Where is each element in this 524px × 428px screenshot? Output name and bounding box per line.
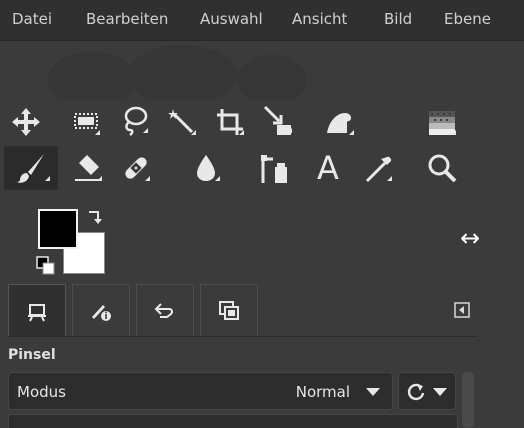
mode-dropdown[interactable]: Modus Normal <box>8 372 393 410</box>
smudge-tool[interactable] <box>184 146 228 190</box>
text-tool[interactable]: A <box>306 146 350 190</box>
undo-history-icon <box>154 302 174 318</box>
text-icon: A <box>317 149 339 187</box>
panel-menu-icon[interactable] <box>454 302 470 318</box>
paths-icon <box>261 155 287 183</box>
tool-group-indicator <box>215 176 220 181</box>
gradient-tool[interactable] <box>420 100 464 144</box>
tool-options-icon <box>28 303 46 321</box>
tool-group-indicator <box>239 130 244 135</box>
next-option-row[interactable] <box>8 414 458 428</box>
wilber-watermark-icon <box>47 45 307 100</box>
dock-tab-bar <box>8 284 478 337</box>
scale-tool[interactable] <box>256 98 300 142</box>
reset-mode-button[interactable] <box>398 372 456 410</box>
menubar: Datei Bearbeiten Auswahl Ansicht Bild Eb… <box>0 0 524 41</box>
tool-group-indicator <box>145 176 150 181</box>
heal-tool[interactable] <box>114 146 158 190</box>
menu-bild[interactable]: Bild <box>384 10 412 28</box>
tool-group-indicator <box>191 130 196 135</box>
tool-group-indicator <box>287 128 292 133</box>
chevron-down-icon <box>366 388 380 396</box>
fuzzy-select-tool[interactable] <box>160 100 204 144</box>
device-status-icon <box>92 304 111 321</box>
menu-auswahl[interactable]: Auswahl <box>200 10 263 28</box>
move-icon <box>12 108 40 136</box>
zoom-tool[interactable] <box>420 146 464 190</box>
menu-bearbeiten[interactable]: Bearbeiten <box>86 10 168 28</box>
paths-tool[interactable] <box>252 146 296 190</box>
lasso-tool[interactable] <box>112 98 156 142</box>
tool-group-indicator <box>451 130 456 135</box>
tool-group-indicator <box>97 176 102 181</box>
menu-datei[interactable]: Datei <box>12 10 52 28</box>
color-picker-tool[interactable] <box>356 146 400 190</box>
tool-group-indicator <box>143 128 148 133</box>
tab-images[interactable] <box>200 284 258 336</box>
crop-tool[interactable] <box>208 100 252 144</box>
swap-colors-icon[interactable] <box>86 208 104 226</box>
menu-ansicht[interactable]: Ansicht <box>292 10 347 28</box>
paintbrush-tool[interactable] <box>4 146 58 190</box>
mode-label: Modus <box>17 383 66 401</box>
reset-icon <box>407 383 425 401</box>
tool-options-title: Pinsel <box>8 347 56 363</box>
tool-group-indicator <box>349 130 354 135</box>
tool-group-indicator <box>95 130 100 135</box>
eraser-tool[interactable] <box>66 146 110 190</box>
tab-tool-options[interactable] <box>8 284 66 336</box>
tab-device-status[interactable] <box>72 284 130 336</box>
resize-cursor-icon: ↔ <box>460 224 481 252</box>
mode-value: Normal <box>295 383 350 401</box>
menu-ebene[interactable]: Ebene <box>444 10 491 28</box>
warp-tool[interactable] <box>318 100 362 144</box>
tool-group-indicator <box>387 176 392 181</box>
scrollbar[interactable] <box>462 372 474 428</box>
default-colors-icon[interactable] <box>36 256 56 276</box>
move-tool[interactable] <box>4 100 48 144</box>
foreground-color-swatch[interactable] <box>38 209 78 249</box>
tab-undo-history[interactable] <box>136 284 194 336</box>
chevron-down-icon <box>433 388 447 396</box>
tool-group-indicator <box>45 176 50 181</box>
rect-select-tool[interactable] <box>64 100 108 144</box>
paintbrush-icon <box>17 154 44 183</box>
zoom-icon <box>428 154 457 183</box>
images-icon <box>219 300 239 320</box>
